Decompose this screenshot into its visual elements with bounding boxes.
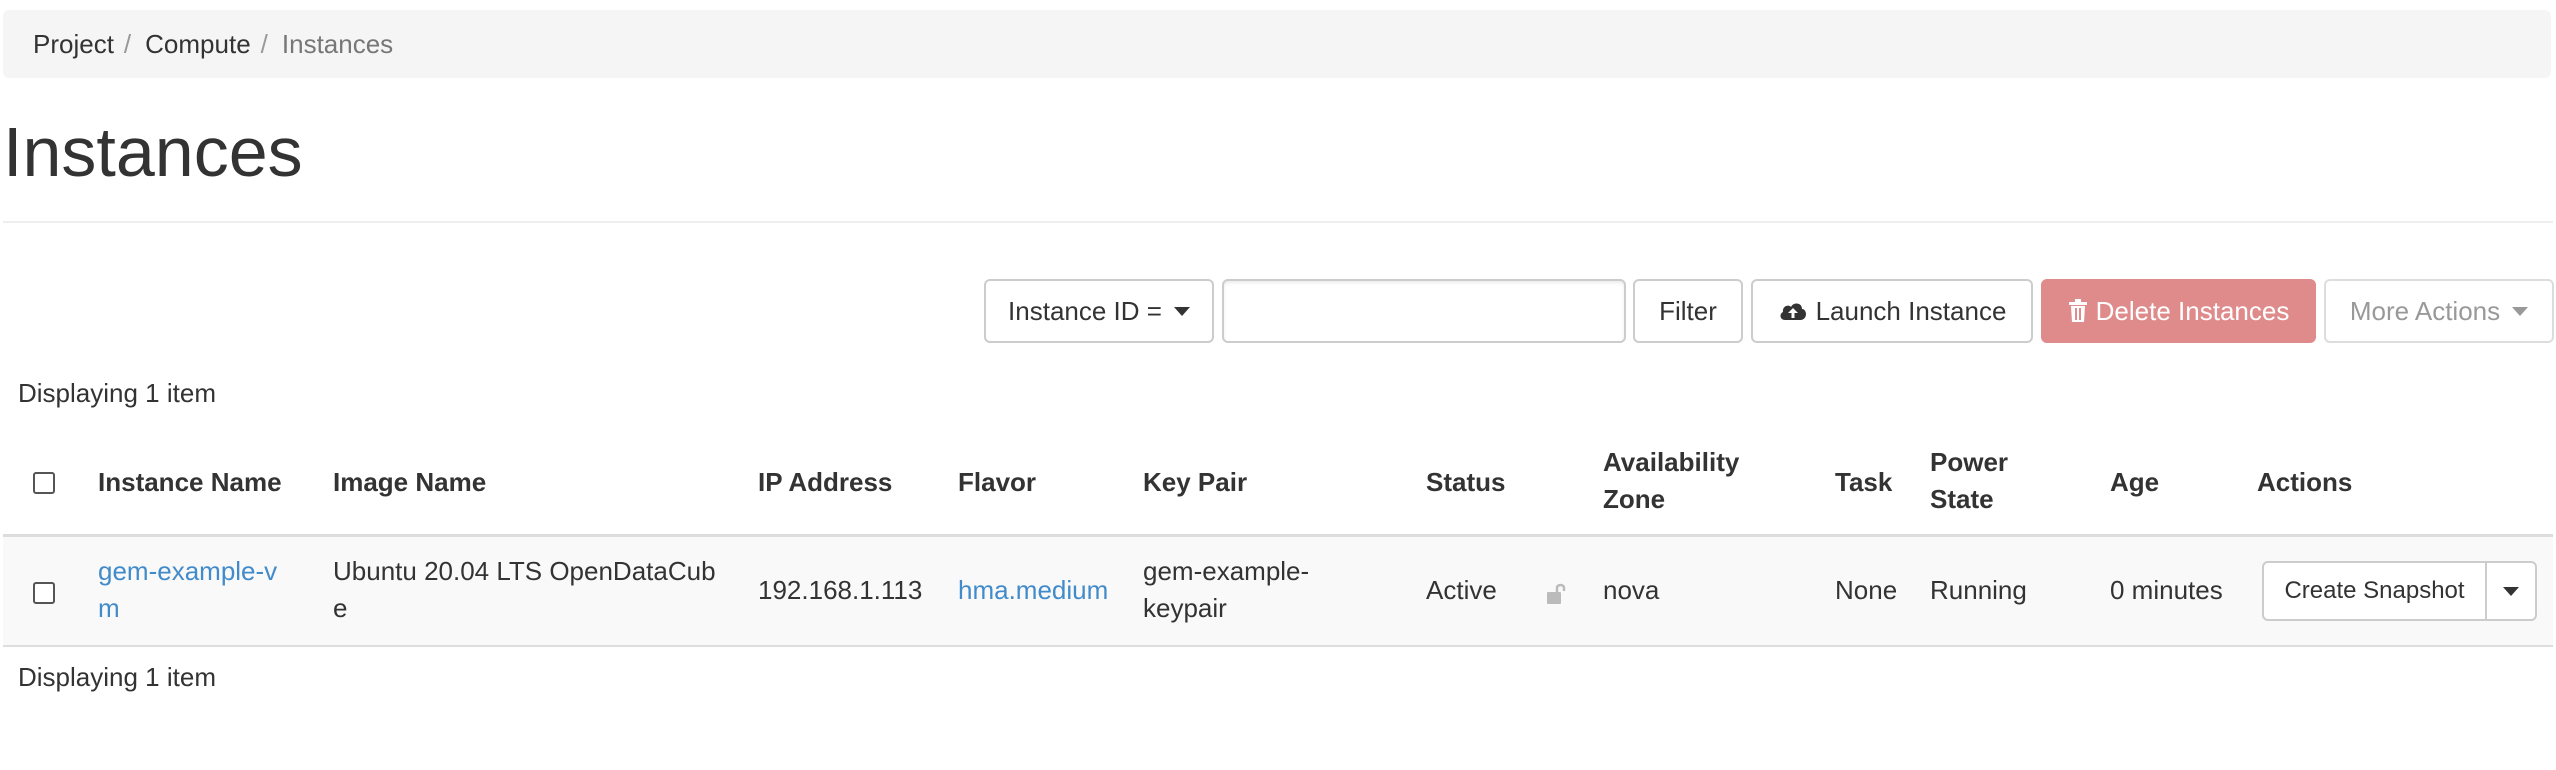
header-actions: Actions bbox=[2257, 467, 2353, 497]
header-age[interactable]: Age bbox=[2110, 464, 2159, 501]
key-pair-line2: keypair bbox=[1143, 593, 1227, 623]
caret-down-icon bbox=[1173, 306, 1190, 316]
breadcrumb-separator: / bbox=[260, 28, 268, 59]
instances-table: Instance Name Image Name IP Address Flav… bbox=[3, 430, 2553, 647]
row-select-checkbox[interactable] bbox=[33, 582, 55, 604]
cloud-upload-icon bbox=[1780, 303, 1806, 320]
title-divider bbox=[3, 221, 2553, 223]
task-value: None bbox=[1835, 575, 1898, 605]
caret-down-icon bbox=[2512, 306, 2529, 316]
flavor-link[interactable]: hma.medium bbox=[958, 572, 1108, 609]
instance-name-line2: m bbox=[98, 593, 120, 623]
header-power-state[interactable]: Power State bbox=[1930, 444, 2008, 518]
breadcrumb-separator: / bbox=[123, 28, 132, 59]
filter-field-label: Instance ID = bbox=[1008, 295, 1162, 326]
create-snapshot-label: Create Snapshot bbox=[2284, 577, 2465, 604]
status-value: Active bbox=[1426, 575, 1497, 605]
caret-down-icon bbox=[2503, 586, 2519, 596]
header-status[interactable]: Status bbox=[1426, 464, 1505, 501]
create-snapshot-button[interactable]: Create Snapshot bbox=[2262, 561, 2487, 621]
trash-icon bbox=[2068, 299, 2087, 322]
filter-input[interactable] bbox=[1222, 279, 1626, 343]
filter-field-select[interactable]: Instance ID = bbox=[984, 279, 1214, 343]
key-pair-line1: gem-example- bbox=[1143, 556, 1310, 586]
header-key-pair[interactable]: Key Pair bbox=[1143, 464, 1247, 501]
header-flavor[interactable]: Flavor bbox=[958, 464, 1036, 501]
age-value: 0 minutes bbox=[2110, 575, 2223, 605]
header-availability-zone-line1: Availability bbox=[1603, 447, 1740, 477]
header-power-state-line2: State bbox=[1930, 484, 1994, 514]
launch-instance-button[interactable]: Launch Instance bbox=[1751, 279, 2033, 343]
header-instance-name[interactable]: Instance Name bbox=[98, 464, 282, 501]
ip-address: 192.168.1.113 bbox=[758, 575, 923, 605]
breadcrumb-compute[interactable]: Compute bbox=[145, 29, 251, 60]
filter-button-label: Filter bbox=[1659, 295, 1717, 326]
image-name-line1: Ubuntu 20.04 LTS OpenDataCub bbox=[333, 556, 716, 586]
select-all-checkbox[interactable] bbox=[33, 472, 55, 494]
availability-zone-value: nova bbox=[1603, 575, 1660, 605]
unlocked-icon bbox=[1547, 583, 1566, 604]
table-row: gem-example-v m Ubuntu 20.04 LTS OpenDat… bbox=[3, 537, 2553, 647]
header-image-name[interactable]: Image Name bbox=[333, 464, 486, 501]
header-availability-zone[interactable]: Availability Zone bbox=[1603, 444, 1739, 518]
display-count-top: Displaying 1 item bbox=[18, 378, 216, 408]
more-actions-button[interactable]: More Actions bbox=[2324, 279, 2554, 343]
display-count-bottom: Displaying 1 item bbox=[18, 662, 216, 692]
delete-instances-label: Delete Instances bbox=[2095, 295, 2290, 326]
header-availability-zone-line2: Zone bbox=[1603, 484, 1666, 514]
instance-name-line1: gem-example-v bbox=[98, 556, 278, 586]
image-name: Ubuntu 20.04 LTS OpenDataCub e bbox=[333, 553, 716, 627]
image-name-line2: e bbox=[333, 593, 348, 623]
row-actions-dropdown-toggle[interactable] bbox=[2487, 561, 2537, 621]
row-actions-group: Create Snapshot bbox=[2262, 561, 2537, 621]
instance-name-link[interactable]: gem-example-v m bbox=[98, 553, 277, 627]
header-task[interactable]: Task bbox=[1835, 464, 1892, 501]
breadcrumb-project[interactable]: Project bbox=[33, 29, 114, 60]
filter-button[interactable]: Filter bbox=[1633, 279, 1743, 343]
breadcrumb-instances: Instances bbox=[281, 28, 394, 59]
breadcrumb: Project / Compute / Instances bbox=[3, 10, 2551, 78]
power-state-value: Running bbox=[1930, 575, 2027, 605]
key-pair: gem-example- keypair bbox=[1143, 553, 1309, 627]
delete-instances-button[interactable]: Delete Instances bbox=[2041, 279, 2316, 343]
header-ip-address[interactable]: IP Address bbox=[758, 464, 892, 501]
launch-instance-label: Launch Instance bbox=[1815, 295, 2007, 326]
header-power-state-line1: Power bbox=[1930, 447, 2009, 477]
more-actions-label: More Actions bbox=[2349, 295, 2501, 326]
page-title: Instances bbox=[3, 113, 303, 191]
table-header: Instance Name Image Name IP Address Flav… bbox=[3, 430, 2553, 537]
